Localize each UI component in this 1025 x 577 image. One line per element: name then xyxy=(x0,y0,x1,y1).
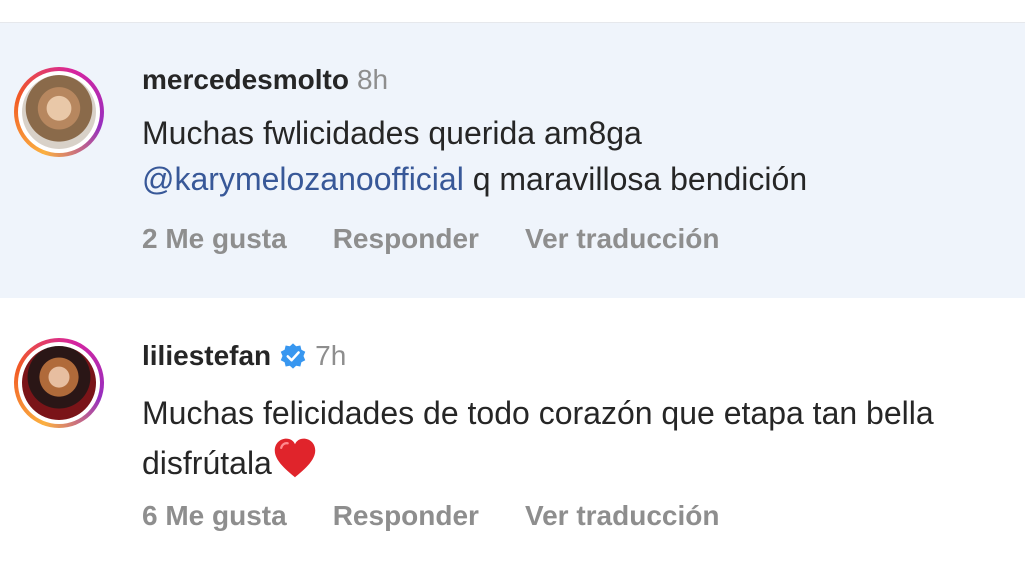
comment-timestamp: 7h xyxy=(315,340,347,371)
heart-icon xyxy=(274,438,316,478)
verified-badge-icon xyxy=(280,343,306,369)
likes-count-button[interactable]: 6 Me gusta xyxy=(142,500,287,532)
see-translation-button[interactable]: Ver traducción xyxy=(525,500,720,532)
comment-item: mercedesmolto 8h Muchas fwlicidades quer… xyxy=(0,23,1025,298)
likes-count-button[interactable]: 2 Me gusta xyxy=(142,223,287,255)
comment-text-part: Muchas felicidades de todo corazón que e… xyxy=(142,395,934,481)
comment-text-part: Muchas fwlicidades querida am8ga xyxy=(142,115,642,151)
mention-link[interactable]: @karymelozanoofficial xyxy=(142,161,464,197)
comment-text-part: q maravillosa bendición xyxy=(463,161,808,197)
reply-button[interactable]: Responder xyxy=(333,500,479,532)
reply-button[interactable]: Responder xyxy=(333,223,479,255)
comment-header: mercedesmolto 8h xyxy=(142,64,388,96)
story-ring[interactable] xyxy=(14,67,104,157)
username-link[interactable]: mercedesmolto xyxy=(142,64,349,96)
avatar[interactable] xyxy=(22,75,96,149)
comment-header: liliestefan 7h xyxy=(142,340,346,372)
comment-actions: 2 Me gusta Responder Ver traducción xyxy=(142,223,719,255)
avatar[interactable] xyxy=(22,346,96,420)
see-translation-button[interactable]: Ver traducción xyxy=(525,223,720,255)
comment-item: liliestefan 7h Muchas felicidades de tod… xyxy=(0,298,1025,577)
previous-comment-divider xyxy=(0,0,1025,23)
comment-text: Muchas fwlicidades querida am8ga @karyme… xyxy=(142,110,1002,202)
username-link[interactable]: liliestefan xyxy=(142,340,271,372)
comment-text: Muchas felicidades de todo corazón que e… xyxy=(142,390,1002,486)
comment-timestamp: 8h xyxy=(356,64,389,95)
story-ring[interactable] xyxy=(14,338,104,428)
comment-actions: 6 Me gusta Responder Ver traducción xyxy=(142,500,719,532)
